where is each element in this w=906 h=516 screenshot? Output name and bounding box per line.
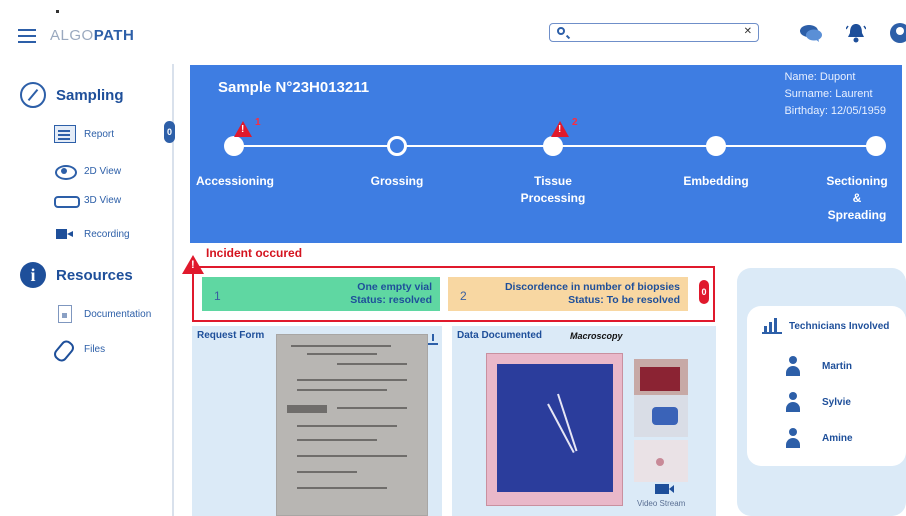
warning-icon[interactable]	[551, 121, 569, 137]
top-bar: ALGOPATH ✕	[0, 0, 906, 60]
3d-glasses-icon	[54, 191, 80, 209]
technician-name: Martin	[822, 360, 852, 372]
incident-title-text: One empty vial	[357, 281, 432, 293]
incident-number: 2	[460, 289, 467, 303]
search-icon[interactable]	[557, 27, 565, 35]
workflow-header: Sample N°23H013211 Name: Dupont Surname:…	[190, 65, 902, 243]
request-form-image[interactable]	[276, 334, 428, 516]
warning-count: 1	[255, 117, 261, 128]
macroscopy-image[interactable]	[486, 353, 623, 506]
step-node-sectioning[interactable]	[866, 136, 886, 156]
video-camera-icon	[54, 225, 76, 243]
patient-name: Name: Dupont	[784, 71, 856, 83]
incident-number: 1	[214, 289, 221, 303]
person-icon	[786, 428, 800, 448]
incident-card-resolved[interactable]: 1 One empty vial Status: resolved	[202, 277, 440, 311]
document-icon	[58, 305, 72, 323]
sidebar-item-label: Recording	[84, 228, 130, 240]
user-icon[interactable]	[890, 23, 906, 43]
search-input[interactable]	[572, 25, 732, 40]
step-label-sectioning[interactable]: Sectioning & Spreading	[812, 173, 902, 224]
request-form-title: Request Form	[197, 330, 265, 341]
search-bar[interactable]: ✕	[549, 23, 759, 42]
warning-icon[interactable]	[234, 121, 252, 137]
step-label-accessioning[interactable]: Accessioning	[190, 173, 280, 190]
sidebar-section-resources[interactable]: i Resources	[20, 262, 133, 288]
sidebar-item-documentation[interactable]: Documentation	[54, 305, 151, 323]
incident-status: Status: resolved	[350, 294, 432, 306]
sidebar-item-recording[interactable]: Recording	[54, 225, 130, 243]
person-icon	[786, 356, 800, 376]
incident-card-pending[interactable]: 2 Discordence in number of biopsies Stat…	[448, 277, 688, 311]
incident-badge: 0	[699, 280, 709, 304]
video-camera-icon[interactable]	[655, 484, 674, 494]
report-badge: 0	[164, 121, 175, 143]
download-icon[interactable]	[428, 334, 438, 346]
chat-icon[interactable]	[799, 24, 823, 42]
report-icon	[54, 125, 76, 143]
sidebar-item-label: 2D View	[84, 165, 122, 177]
patient-info: Name: Dupont Surname: Laurent Birthday: …	[784, 69, 886, 120]
logo-dot	[56, 10, 59, 13]
tissue-thumbnail[interactable]	[634, 440, 688, 482]
step-label-tissue-processing[interactable]: Tissue Processing	[508, 173, 598, 207]
warning-count: 2	[572, 117, 578, 128]
eye-icon	[54, 162, 77, 180]
technician-name: Sylvie	[822, 396, 851, 408]
patient-birthday: Birthday: 12/05/1959	[784, 105, 886, 117]
person-icon	[786, 392, 800, 412]
paperclip-icon	[54, 340, 76, 358]
step-node-embedding[interactable]	[706, 136, 726, 156]
sidebar-item-files[interactable]: Files	[54, 340, 105, 358]
incident-title-text: Discordence in number of biopsies	[504, 281, 680, 293]
incident-title: Incident occured	[206, 246, 303, 260]
step-label-line: Sectioning	[826, 174, 888, 188]
close-icon[interactable]: ✕	[744, 26, 752, 37]
bar-chart-icon	[762, 318, 782, 334]
sidebar-item-label: Documentation	[84, 308, 152, 320]
step-node-accessioning[interactable]	[224, 136, 244, 156]
sidebar-section-title: Resources	[56, 266, 133, 284]
sidebar-item-label: Report	[84, 128, 115, 140]
technician-item[interactable]: Sylvie	[786, 392, 851, 412]
step-node-tissue-processing[interactable]	[543, 136, 563, 156]
step-label-line: &	[852, 191, 862, 205]
sidebar-item-label: Files	[84, 343, 106, 355]
sample-title: Sample N°23H013211	[218, 79, 370, 96]
step-label-line: Spreading	[827, 208, 887, 222]
logo-text-right: PATH	[93, 27, 135, 44]
incident-status: Status: To be resolved	[568, 294, 680, 306]
info-icon: i	[20, 262, 46, 288]
hamburger-icon[interactable]	[18, 29, 36, 43]
patient-surname: Surname: Laurent	[784, 88, 873, 100]
sidebar-section-title: Sampling	[56, 86, 124, 104]
cassette-image	[497, 364, 613, 492]
step-node-grossing[interactable]	[387, 136, 407, 156]
step-label-line: Tissue	[534, 174, 572, 188]
technicians-title: Technicians Involved	[789, 321, 890, 332]
technician-item[interactable]: Martin	[786, 356, 852, 376]
incident-text: Discordence in number of biopsies Status…	[505, 281, 680, 307]
sample-thumbnail[interactable]	[634, 395, 688, 437]
sampling-icon	[20, 82, 46, 108]
logo-text-left: ALGO	[50, 27, 94, 44]
technician-name: Amine	[822, 432, 853, 444]
sidebar-section-sampling[interactable]: Sampling	[20, 82, 124, 108]
step-label-grossing[interactable]: Grossing	[355, 173, 439, 190]
step-label-embedding[interactable]: Embedding	[674, 173, 758, 190]
sidebar-item-2d-view[interactable]: 2D View	[54, 162, 121, 180]
sidebar-item-report[interactable]: Report	[54, 125, 114, 143]
step-label-line: Processing	[520, 191, 586, 205]
data-documented-title: Data Documented	[457, 330, 543, 341]
macroscopy-label: Macroscopy	[570, 331, 623, 341]
bell-icon[interactable]	[846, 22, 866, 44]
sidebar-item-label: 3D View	[84, 194, 122, 206]
warning-icon	[182, 255, 204, 274]
video-stream-label[interactable]: Video Stream	[637, 499, 685, 508]
technician-item[interactable]: Amine	[786, 428, 853, 448]
incident-panel: 1 One empty vial Status: resolved 2 Disc…	[192, 266, 715, 322]
app-logo[interactable]: ALGOPATH	[50, 27, 134, 44]
incident-text: One empty vial Status: resolved	[350, 281, 432, 307]
sidebar-item-3d-view[interactable]: 3D View	[54, 191, 121, 209]
